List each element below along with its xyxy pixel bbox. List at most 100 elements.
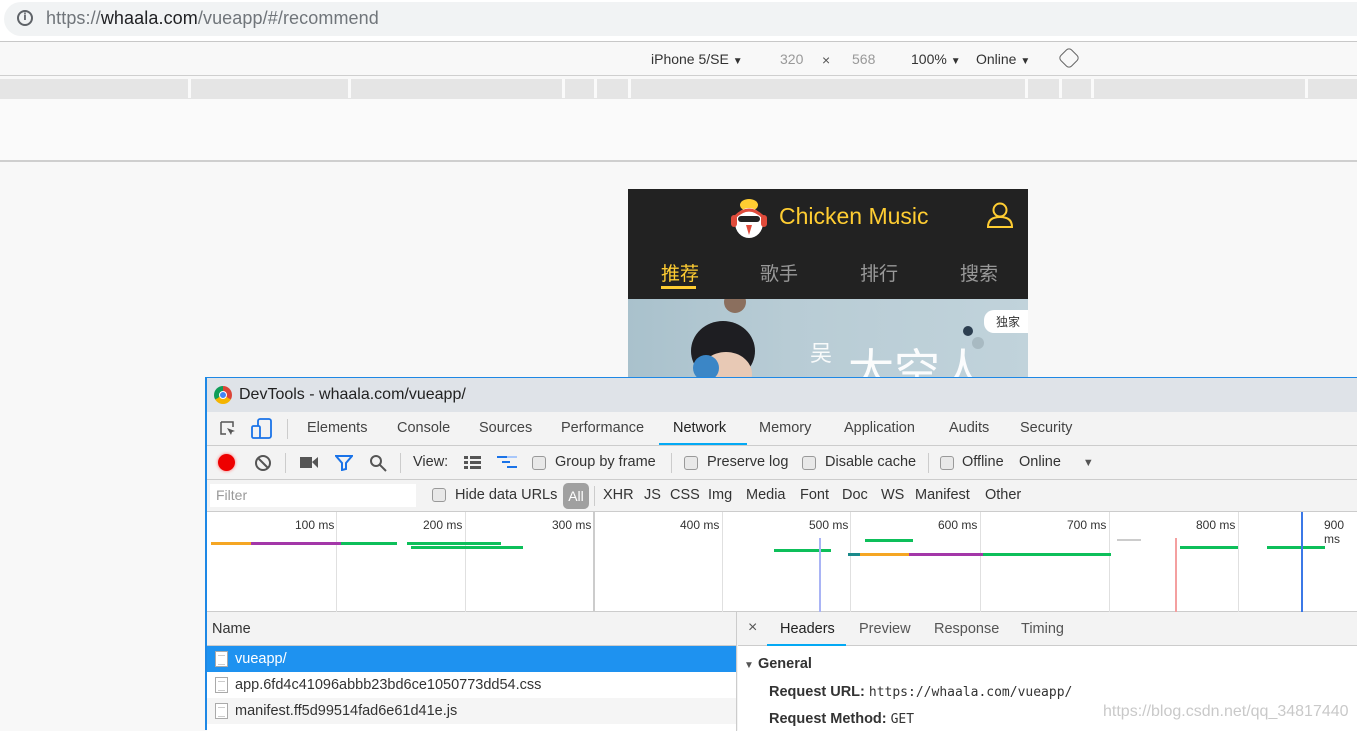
tab-application[interactable]: Application [844, 420, 915, 436]
throttle-label: Online [976, 51, 1017, 67]
app-tab-rank[interactable]: 排行 [860, 259, 898, 286]
gridline [980, 512, 981, 612]
tick-label: 400 ms [680, 518, 720, 532]
network-overview-timeline[interactable]: 100 ms 200 ms 300 ms 400 ms 500 ms 600 m… [207, 512, 1357, 612]
throttle-value: Online [1019, 454, 1061, 470]
group-by-frame-checkbox[interactable] [532, 456, 546, 470]
inspect-element-icon[interactable] [219, 420, 237, 438]
screenshot-camera-icon[interactable] [300, 456, 318, 469]
tab-preview[interactable]: Preview [859, 621, 911, 637]
tab-response[interactable]: Response [934, 621, 999, 637]
banner-slide[interactable]: 吴 太空人 独家 [628, 299, 1028, 389]
current-time-marker [1301, 512, 1303, 612]
tab-audits[interactable]: Audits [949, 420, 989, 436]
tab-memory[interactable]: Memory [759, 420, 811, 436]
throttle-dropdown[interactable]: Online ▼ [1019, 454, 1094, 470]
tab-headers[interactable]: Headers [780, 621, 835, 637]
tab-security[interactable]: Security [1020, 420, 1072, 436]
filter-xhr[interactable]: XHR [603, 487, 634, 503]
timing-bar [1117, 539, 1141, 541]
header-field: Request URL: https://whaala.com/vueapp/ [769, 684, 1072, 700]
waterfall-overview-icon[interactable] [497, 456, 517, 470]
filter-ws[interactable]: WS [881, 487, 904, 503]
filter-bar: Filter Hide data URLs All XHR JS CSS Img… [207, 480, 1357, 512]
gridline [850, 512, 851, 612]
expand-arrow-icon: ▼ [744, 660, 754, 671]
header-field: Request Method: GET [769, 711, 914, 727]
filter-img[interactable]: Img [708, 487, 732, 503]
zoom-select[interactable]: 100% ▼ [911, 51, 961, 67]
group-by-frame-label: Group by frame [555, 454, 656, 470]
offline-checkbox[interactable] [940, 456, 954, 470]
request-row[interactable]: manifest.ff5d99514fad6e61d41e.js [207, 698, 736, 724]
active-tab-indicator [767, 644, 846, 646]
document-icon [215, 677, 228, 693]
app-tab-search[interactable]: 搜索 [960, 259, 998, 286]
filter-media[interactable]: Media [746, 487, 786, 503]
name-column-header[interactable]: Name [207, 612, 736, 646]
preserve-log-checkbox[interactable] [684, 456, 698, 470]
filter-js[interactable]: JS [644, 487, 661, 503]
hide-data-urls-checkbox[interactable] [432, 488, 446, 502]
tab-elements[interactable]: Elements [307, 420, 367, 436]
rotate-icon[interactable] [1057, 46, 1081, 70]
field-key: Request URL: [769, 684, 865, 700]
network-toolbar: View: Group by frame Preserve log Disabl… [207, 446, 1357, 480]
offline-label: Offline [962, 454, 1004, 470]
large-rows-icon[interactable] [464, 456, 481, 469]
height-input[interactable]: 568 [852, 51, 875, 67]
media-query-bar[interactable] [0, 79, 1357, 99]
tick-label: 800 ms [1196, 518, 1236, 532]
tab-performance[interactable]: Performance [561, 420, 644, 436]
request-name: vueapp/ [235, 651, 287, 667]
record-icon[interactable] [218, 454, 235, 471]
filter-input[interactable]: Filter [210, 484, 416, 507]
close-icon[interactable]: × [748, 619, 757, 637]
tab-sources[interactable]: Sources [479, 420, 532, 436]
tab-timing[interactable]: Timing [1021, 621, 1064, 637]
width-input[interactable]: 320 [780, 51, 803, 67]
separator [928, 453, 929, 473]
device-select[interactable]: iPhone 5/SE ▼ [651, 51, 743, 67]
tab-network[interactable]: Network [673, 420, 726, 436]
filter-all-button[interactable]: All [563, 483, 589, 509]
app-tab-recommend[interactable]: 推荐 [661, 259, 699, 286]
user-icon[interactable] [986, 201, 1014, 229]
zoom-label: 100% [911, 51, 947, 67]
request-row[interactable]: vueapp/ [207, 646, 736, 672]
timing-bar [983, 553, 1111, 556]
devtools-window: DevTools - whaala.com/vueapp/ Elements C… [205, 377, 1357, 731]
tick-label: 300 ms [552, 518, 592, 532]
filter-css[interactable]: CSS [670, 487, 700, 503]
tick-label: 100 ms [295, 518, 335, 532]
hide-data-urls-label: Hide data URLs [455, 487, 558, 503]
device-toggle-icon[interactable] [251, 418, 273, 440]
filter-manifest[interactable]: Manifest [915, 487, 970, 503]
disable-cache-checkbox[interactable] [802, 456, 816, 470]
filter-other[interactable]: Other [985, 487, 1021, 503]
svg-text:吴: 吴 [810, 342, 832, 367]
search-icon[interactable] [369, 454, 387, 472]
section-title: General [757, 656, 812, 672]
filter-icon[interactable] [335, 455, 353, 471]
gridline [1238, 512, 1239, 612]
general-section-toggle[interactable]: ▼ General [744, 656, 812, 672]
device-label: iPhone 5/SE [651, 51, 729, 67]
app-tab-singer[interactable]: 歌手 [760, 259, 798, 286]
devtools-titlebar[interactable]: DevTools - whaala.com/vueapp/ [207, 378, 1357, 412]
filter-doc[interactable]: Doc [842, 487, 868, 503]
url-text[interactable]: https://whaala.com/vueapp/#/recommend [46, 8, 379, 29]
load-marker [1175, 538, 1177, 612]
throttle-select[interactable]: Online ▼ [976, 51, 1030, 67]
tab-console[interactable]: Console [397, 420, 450, 436]
separator [594, 486, 595, 506]
address-bar: i https://whaala.com/vueapp/#/recommend [0, 0, 1357, 42]
request-row[interactable]: app.6fd4c41096abbb23bd6ce1050773dd54.css [207, 672, 736, 698]
filter-font[interactable]: Font [800, 487, 829, 503]
info-icon[interactable]: i [17, 10, 33, 26]
url-scheme: https:// [46, 8, 101, 28]
timing-bar [1180, 546, 1238, 549]
clear-icon[interactable] [254, 454, 272, 472]
dropdown-arrow-icon: ▼ [732, 56, 743, 67]
timing-bar [774, 549, 831, 552]
